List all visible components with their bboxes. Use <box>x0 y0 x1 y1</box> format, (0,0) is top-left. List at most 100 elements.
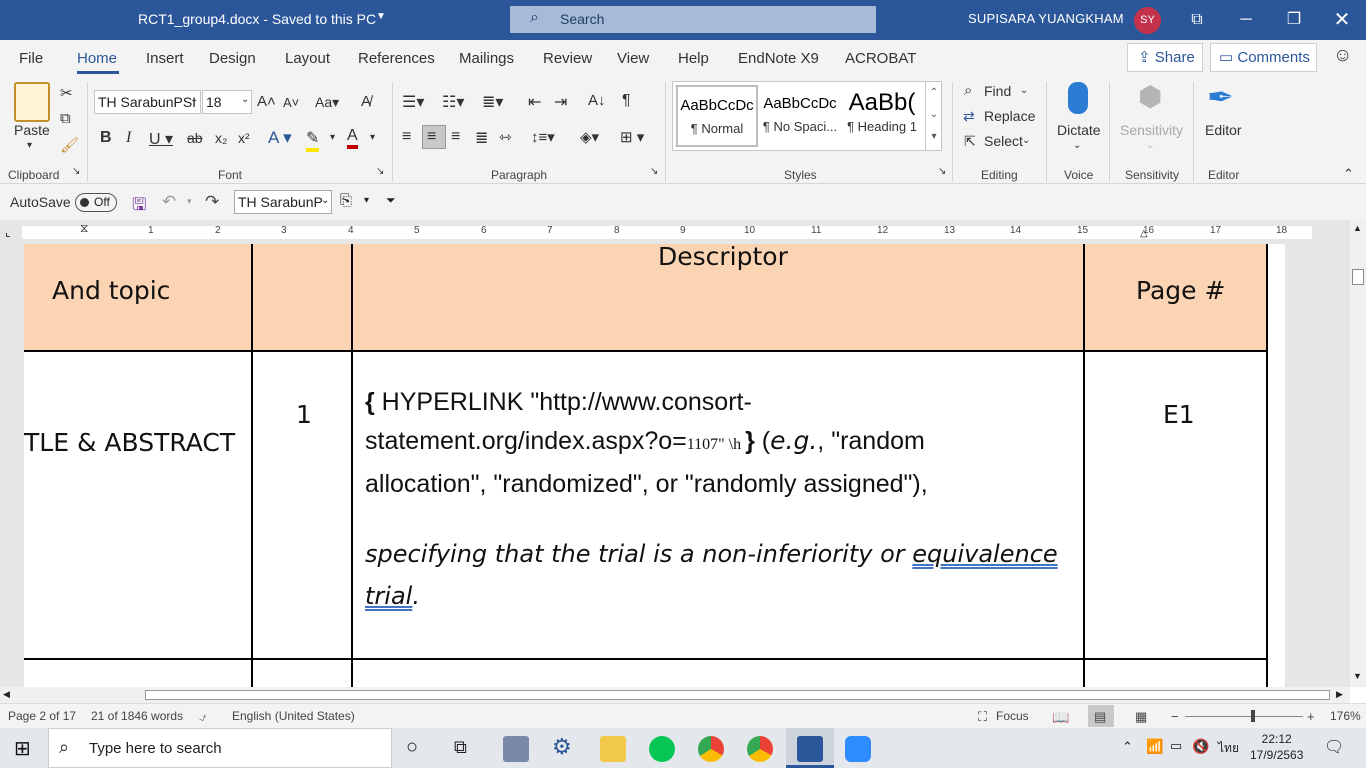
underline-icon[interactable]: U ▾ <box>149 129 173 149</box>
editor-pen-icon[interactable]: ✒ <box>1207 78 1234 116</box>
editor-button[interactable]: Editor <box>1205 122 1242 138</box>
qat-font-select[interactable]: TH SarabunP <box>234 190 332 214</box>
align-left-icon[interactable]: ≡ <box>402 128 411 146</box>
show-formatting-marks-icon[interactable]: ¶ <box>622 92 631 110</box>
page-count[interactable]: Page 2 of 17 <box>8 709 76 723</box>
sort-icon[interactable]: A↓ <box>588 92 606 109</box>
select-button[interactable]: Select <box>984 133 1023 149</box>
input-language[interactable]: ไทย <box>1218 739 1239 758</box>
show-hidden-icons-icon[interactable]: ⌃ <box>1122 739 1133 755</box>
tab-endnote[interactable]: EndNote X9 <box>738 50 819 67</box>
header-and-topic[interactable]: And topic <box>52 276 170 305</box>
font-color-icon[interactable]: A <box>347 127 358 149</box>
zoom-in-icon[interactable]: + <box>1307 709 1315 724</box>
language-indicator[interactable]: English (United States) <box>232 709 355 723</box>
first-line-indent-marker[interactable]: ⧖ <box>80 221 88 236</box>
find-icon[interactable]: ⌕ <box>964 82 972 99</box>
select-cursor-icon[interactable]: ⇱ <box>964 133 976 150</box>
zoom-slider-track[interactable] <box>1185 716 1303 717</box>
focus-icon[interactable]: ⛶ <box>978 709 987 725</box>
replace-icon[interactable]: ⇄ <box>963 108 975 125</box>
paste-dropdown-icon[interactable]: ▾ <box>27 140 32 151</box>
italic-icon[interactable]: I <box>126 129 131 147</box>
shading-icon[interactable]: ◈▾ <box>580 128 599 146</box>
microphone-icon[interactable] <box>1068 82 1088 114</box>
page-reference[interactable]: E1 <box>1163 400 1195 429</box>
style-heading-1[interactable]: AaBb( ¶ Heading 1 <box>842 85 922 147</box>
settings-gear-icon[interactable]: ⚙ <box>552 734 572 760</box>
horizontal-scrollbar[interactable]: ◀ ▶ <box>0 687 1350 703</box>
shrink-font-icon[interactable]: A˅ <box>283 95 299 110</box>
align-center-icon[interactable]: ≡ <box>427 128 436 146</box>
document-page[interactable]: And topic Descriptor Page # TLE & ABSTRA… <box>24 244 1285 687</box>
distributed-icon[interactable]: ⇿ <box>499 128 512 146</box>
style-no-spacing[interactable]: AaBbCcDc ¶ No Spaci... <box>759 85 841 147</box>
tab-acrobat[interactable]: ACROBAT <box>845 50 916 67</box>
share-button[interactable]: ⇪ Share <box>1127 43 1203 72</box>
multilevel-list-icon[interactable]: ≣▾ <box>482 92 503 112</box>
horizontal-ruler[interactable]: ⌞ ⧖ △ 1 2 3 4 5 6 7 8 9 10 11 12 13 14 1… <box>0 220 1366 244</box>
save-icon[interactable]: 🖫 <box>132 192 146 221</box>
tab-mailings[interactable]: Mailings <box>459 50 514 67</box>
document-title[interactable]: RCT1_group4.docx - Saved to this PC <box>138 11 376 27</box>
word-count[interactable]: 21 of 1846 words <box>91 709 183 723</box>
tab-layout[interactable]: Layout <box>285 50 330 67</box>
font-name-select[interactable]: TH SarabunPSI <box>94 90 201 114</box>
vertical-scrollbar[interactable]: ▲ ▼ <box>1350 220 1366 687</box>
vertical-scroll-thumb[interactable] <box>1352 269 1364 285</box>
read-mode-icon[interactable]: 📖 <box>1052 709 1069 726</box>
tab-help[interactable]: Help <box>678 50 709 67</box>
collapse-ribbon-icon[interactable]: ⌃ <box>1343 166 1354 182</box>
paste-button[interactable]: Paste <box>14 122 50 138</box>
bullets-icon[interactable]: ☰▾ <box>402 92 424 112</box>
superscript-icon[interactable]: x² <box>238 130 250 146</box>
snipping-tool-icon[interactable] <box>503 736 529 762</box>
user-name[interactable]: SUPISARA YUANGKHAM <box>968 11 1124 26</box>
select-dropdown-icon[interactable]: ⌄ <box>1022 135 1030 146</box>
format-painter-icon[interactable]: 🖌 <box>60 136 79 154</box>
scroll-right-icon[interactable]: ▶ <box>1336 689 1343 700</box>
notifications-icon[interactable]: 🗨 <box>1324 737 1344 757</box>
section-title-abstract[interactable]: TLE & ABSTRACT <box>24 428 235 457</box>
dictate-dropdown-icon[interactable]: ⌄ <box>1073 140 1081 151</box>
tab-design[interactable]: Design <box>209 50 256 67</box>
minimize-icon[interactable]: ─ <box>1234 8 1258 32</box>
document-area[interactable]: And topic Descriptor Page # TLE & ABSTRA… <box>0 244 1350 687</box>
restore-icon[interactable]: ❐ <box>1282 8 1306 32</box>
strikethrough-icon[interactable]: ab <box>187 130 203 146</box>
redo-icon[interactable]: ↷ <box>205 192 219 212</box>
replace-button[interactable]: Replace <box>984 108 1035 124</box>
style-normal[interactable]: AaBbCcDc ¶ Normal <box>676 85 758 147</box>
volume-muted-icon[interactable]: 🔇 <box>1192 738 1209 755</box>
paragraph-launcher-icon[interactable]: ↘ <box>650 166 658 177</box>
dictate-button[interactable]: Dictate <box>1057 122 1101 138</box>
undo-dropdown-icon[interactable]: ▾ <box>187 196 192 207</box>
zoom-level[interactable]: 176% <box>1330 709 1361 723</box>
highlight-dropdown-icon[interactable]: ▾ <box>330 132 335 143</box>
tab-review[interactable]: Review <box>543 50 592 67</box>
system-clock[interactable]: 22:12 17/9/2563 <box>1250 731 1303 763</box>
tab-selector-icon[interactable]: ⌞ <box>5 225 11 239</box>
wifi-icon[interactable]: 📶 <box>1146 738 1163 755</box>
font-size-dropdown-icon[interactable]: ⌄ <box>241 94 249 105</box>
scroll-up-icon[interactable]: ▲ <box>1353 223 1362 233</box>
feedback-smiley-icon[interactable]: ☺ <box>1333 45 1352 67</box>
styles-launcher-icon[interactable]: ↘ <box>938 166 946 177</box>
subscript-icon[interactable]: x₂ <box>215 130 227 146</box>
autosave-toggle[interactable]: Off <box>75 193 117 212</box>
proofing-icon[interactable]: ⍻ <box>199 709 206 725</box>
decrease-indent-icon[interactable]: ⇤ <box>528 92 541 112</box>
task-view-icon[interactable]: ⧉ <box>454 737 467 758</box>
search-box[interactable]: ⌕ Search <box>510 6 876 33</box>
zoom-out-icon[interactable]: − <box>1171 709 1179 724</box>
battery-icon[interactable]: ▭ <box>1170 738 1182 754</box>
undo-icon[interactable]: ↶ <box>162 192 176 212</box>
scroll-down-icon[interactable]: ▼ <box>1353 671 1362 681</box>
line-spacing-icon[interactable]: ↕≡▾ <box>531 128 555 146</box>
paste-icon[interactable] <box>14 82 50 122</box>
comments-button[interactable]: ▭ Comments <box>1210 43 1317 72</box>
numbering-icon[interactable]: ☷▾ <box>442 92 464 112</box>
close-icon[interactable]: ✕ <box>1330 8 1354 32</box>
paste-options-dropdown-icon[interactable]: ▾ <box>364 195 369 206</box>
header-descriptor[interactable]: Descriptor <box>658 244 788 271</box>
